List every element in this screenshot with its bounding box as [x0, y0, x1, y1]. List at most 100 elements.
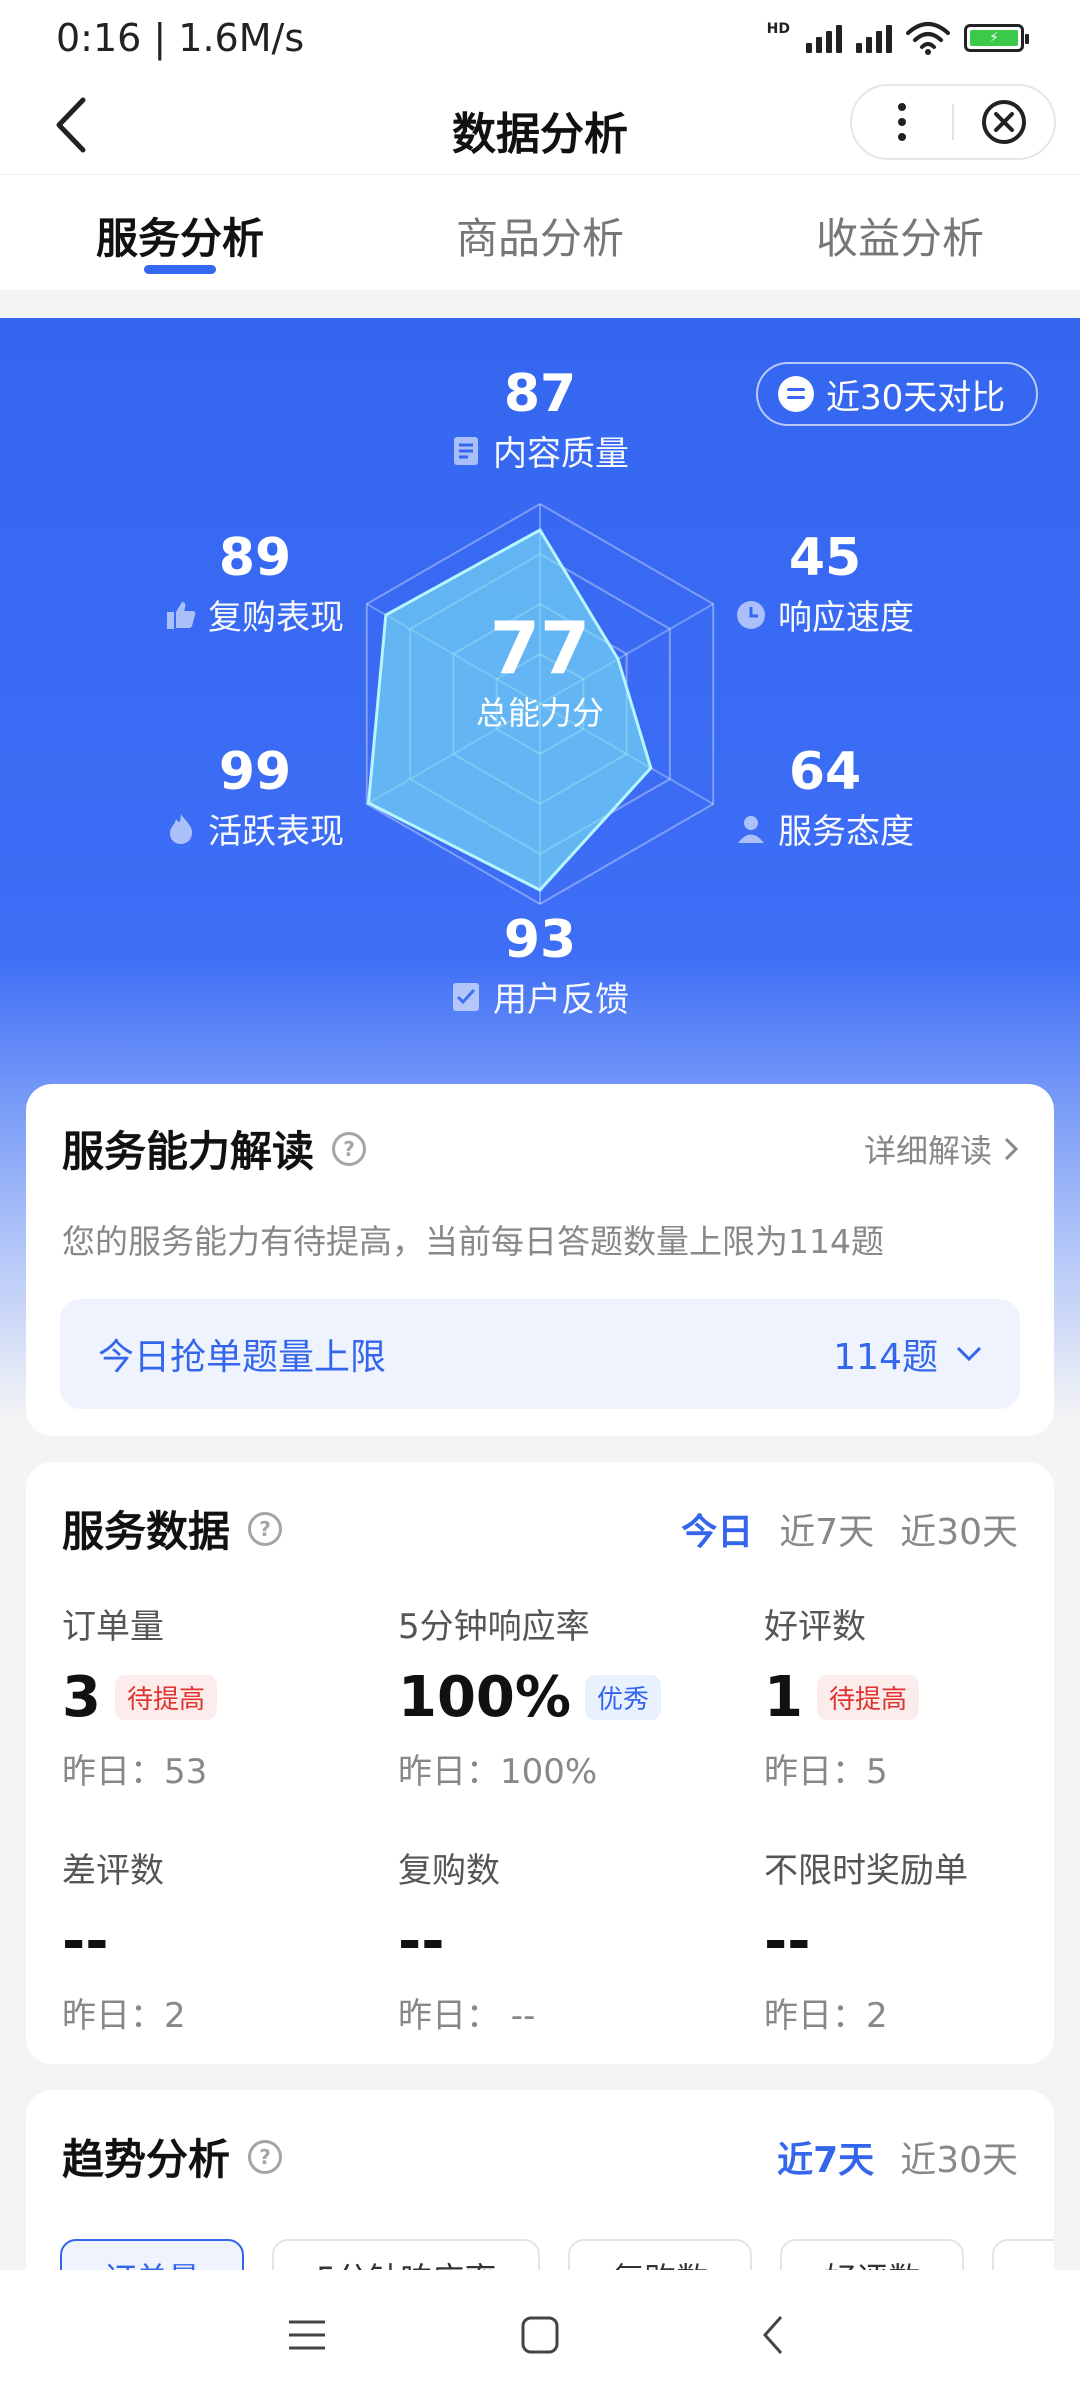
- navigation-bar: 数据分析: [0, 76, 1080, 174]
- total-score: 77 总能力分: [440, 608, 640, 734]
- total-score-value: 77: [489, 606, 591, 690]
- metrics-grid: 订单量 3 待提高 昨日：53 5分钟响应率 100% 优秀 昨日：100% 好评数…: [26, 1559, 1054, 2037]
- metric-value: 3: [62, 1664, 101, 1730]
- detail-interpretation-link[interactable]: 详细解读: [864, 1126, 1018, 1172]
- metric-orders: 订单量 3 待提高 昨日：53: [62, 1599, 398, 1793]
- battery-icon: ⚡: [964, 24, 1029, 52]
- help-icon[interactable]: ?: [332, 1131, 367, 1166]
- status-badge: 优秀: [585, 1674, 662, 1720]
- metric-yesterday: 昨日：5: [764, 1752, 888, 1792]
- score-response-speed: 45 响应速度: [700, 528, 950, 639]
- flame-icon: [166, 813, 196, 844]
- close-button[interactable]: [954, 86, 1054, 158]
- score-label: 响应速度: [778, 598, 914, 638]
- person-icon: [736, 814, 766, 844]
- tab-service-analysis[interactable]: 服务分析: [0, 175, 360, 290]
- analysis-tabs: 服务分析 商品分析 收益分析: [0, 174, 1080, 290]
- menu-icon: [288, 2320, 325, 2350]
- system-back-button[interactable]: [733, 2295, 813, 2375]
- metric-value: --: [764, 1908, 811, 1974]
- home-square-icon: [521, 2316, 559, 2354]
- tab-revenue-analysis[interactable]: 收益分析: [720, 175, 1080, 290]
- score-value: 45: [788, 528, 862, 588]
- score-service-attitude: 64 服务态度: [700, 742, 950, 853]
- mini-program-capsule: [850, 84, 1056, 160]
- card-title: 服务数据: [62, 1507, 231, 1556]
- feedback-icon: [451, 982, 481, 1012]
- score-value: 99: [218, 742, 292, 802]
- metric-bad-reviews: 差评数 -- 昨日：2: [62, 1843, 398, 2037]
- metric-yesterday: 昨日：2: [764, 1996, 888, 2036]
- chevron-right-icon: [1004, 1137, 1018, 1160]
- range-30-days[interactable]: 近30天: [900, 2131, 1018, 2183]
- score-value: 64: [788, 742, 862, 802]
- hd-indicator: HD: [766, 21, 790, 37]
- more-button[interactable]: [852, 86, 952, 158]
- score-label: 用户反馈: [493, 980, 629, 1020]
- status-icons: HD ⚡: [766, 21, 1029, 55]
- metric-name: 5分钟响应率: [398, 1607, 590, 1647]
- total-score-label: 总能力分: [475, 694, 604, 732]
- metric-value: 100%: [398, 1664, 572, 1730]
- trend-range-tabs: 近7天 近30天: [777, 2131, 1018, 2183]
- metric-good-reviews: 好评数 1 待提高 昨日：5: [764, 1599, 1054, 1793]
- status-bar: 0:16 | 1.6M/s HD ⚡: [0, 0, 1080, 76]
- compare-icon: [778, 376, 814, 412]
- close-circle-icon: [982, 100, 1026, 144]
- home-button[interactable]: [500, 2295, 580, 2375]
- card-title: 服务能力解读: [62, 1127, 315, 1176]
- score-value: 93: [503, 910, 577, 970]
- ability-description: 您的服务能力有待提高，当前每日答题数量上限为114题: [62, 1222, 884, 1261]
- menu-button[interactable]: [267, 2295, 347, 2375]
- clock-icon: [736, 600, 766, 630]
- back-arrow-icon: [763, 2316, 783, 2354]
- metric-name: 好评数: [764, 1607, 866, 1647]
- score-activity: 99 活跃表现: [130, 742, 380, 853]
- help-icon[interactable]: ?: [248, 1511, 283, 1546]
- metric-value: 1: [764, 1664, 803, 1730]
- metric-yesterday: 昨日： --: [398, 1996, 536, 2036]
- score-content-quality: 87 内容质量: [390, 364, 690, 475]
- thumb-up-icon: [166, 600, 196, 630]
- system-navigation-bar: [0, 2270, 1080, 2400]
- daily-quota-row[interactable]: 今日抢单题量上限 114题: [60, 1299, 1020, 1409]
- compare-label: 近30天对比: [826, 377, 1006, 418]
- score-value: 89: [218, 528, 292, 588]
- metric-name: 差评数: [62, 1851, 164, 1891]
- detail-link-label: 详细解读: [863, 1131, 992, 1170]
- wifi-icon: [906, 22, 950, 55]
- range-7-days[interactable]: 近7天: [779, 1503, 874, 1555]
- metric-name: 不限时奖励单: [764, 1851, 968, 1891]
- status-badge: 待提高: [114, 1674, 217, 1720]
- signal-icon-2: [856, 23, 892, 53]
- metric-response-rate: 5分钟响应率 100% 优秀 昨日：100%: [398, 1599, 764, 1793]
- compare-30-days-button[interactable]: 近30天对比: [756, 362, 1038, 426]
- chevron-down-icon: [956, 1346, 982, 1362]
- metric-yesterday: 昨日：100%: [398, 1752, 598, 1792]
- metric-yesterday: 昨日：53: [62, 1752, 208, 1792]
- quota-label: 今日抢单题量上限: [98, 1337, 387, 1378]
- status-badge: 待提高: [816, 1674, 919, 1720]
- score-label: 复购表现: [208, 598, 344, 638]
- metric-value: --: [398, 1908, 445, 1974]
- help-icon[interactable]: ?: [248, 2139, 283, 2174]
- document-icon: [451, 436, 481, 466]
- metric-value: --: [62, 1908, 109, 1974]
- range-30-days[interactable]: 近30天: [900, 1503, 1018, 1555]
- card-title: 趋势分析: [62, 2135, 231, 2184]
- ability-interpretation-card: 服务能力解读 ? 详细解读 您的服务能力有待提高，当前每日答题数量上限为114题…: [26, 1084, 1054, 1436]
- score-repurchase: 89 复购表现: [130, 528, 380, 639]
- more-vertical-icon: [898, 103, 906, 141]
- service-range-tabs: 今日 近7天 近30天: [681, 1503, 1018, 1555]
- score-label: 服务态度: [778, 812, 914, 852]
- range-7-days[interactable]: 近7天: [777, 2131, 874, 2183]
- metric-name: 订单量: [62, 1607, 164, 1647]
- metric-unlimited-reward: 不限时奖励单 -- 昨日：2: [764, 1843, 1054, 2037]
- score-user-feedback: 93 用户反馈: [390, 910, 690, 1021]
- metric-name: 复购数: [398, 1851, 500, 1891]
- signal-icon: [806, 23, 842, 53]
- range-today[interactable]: 今日: [681, 1503, 753, 1555]
- score-value: 87: [503, 364, 577, 424]
- tab-product-analysis[interactable]: 商品分析: [360, 175, 720, 290]
- service-data-card: 服务数据 ? 今日 近7天 近30天 订单量 3 待提高 昨日：53 5分钟响应率…: [26, 1462, 1054, 2064]
